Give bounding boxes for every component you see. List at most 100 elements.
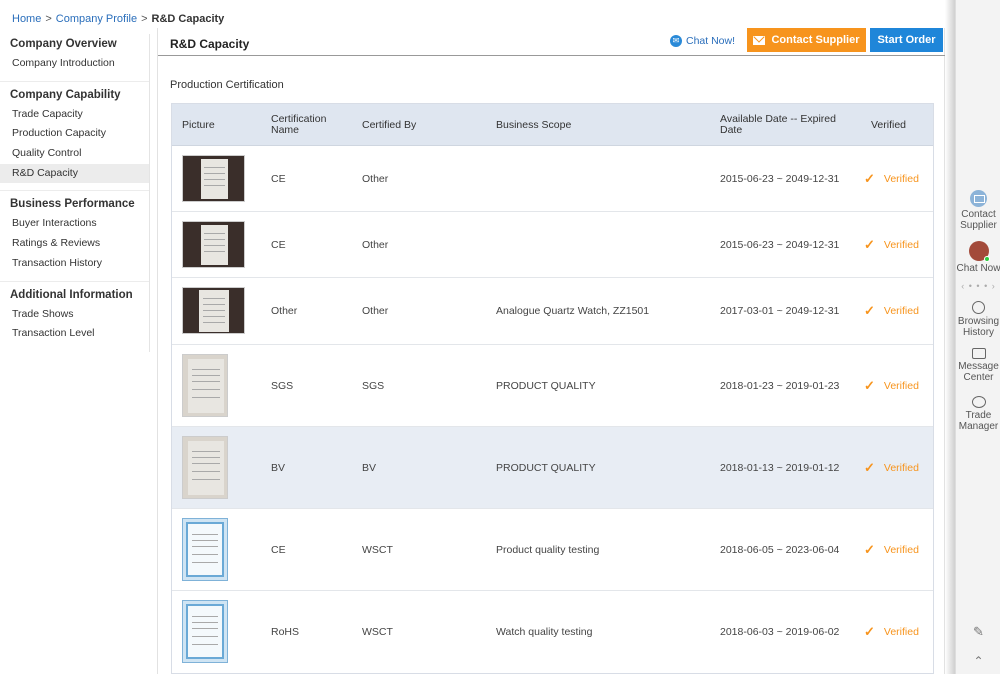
date-range: 2018-06-05 ~ 2023-06-04 [720, 543, 840, 556]
main-panel: R&D Capacity ✉ Chat Now! Contact Supplie… [157, 28, 946, 674]
table-row: CE Other 2015-06-23 ~ 2049-12-31 ✓ Verifi… [172, 146, 933, 212]
trade-manager-icon [971, 396, 986, 408]
column-header-certified-by: Certified By [362, 118, 417, 131]
date-range: 2015-06-23 ~ 2049-12-31 [720, 172, 840, 185]
certificate-thumbnail[interactable] [182, 436, 228, 499]
column-header-date-range: Available Date -- Expired Date [720, 113, 836, 136]
column-header-business-scope: Business Scope [496, 118, 572, 131]
breadcrumb-current: R&D Capacity [151, 13, 225, 25]
rb-trade-manager[interactable]: Trade Manager [956, 396, 1000, 432]
column-header-certification-name: Certification Name [271, 113, 327, 136]
business-scope: PRODUCT QUALITY [496, 461, 596, 474]
breadcrumb-separator: > [45, 13, 52, 25]
rb-message-center[interactable]: Message Center [956, 348, 1000, 383]
business-scope: Analogue Quartz Watch, ZZ1501 [496, 305, 650, 317]
avatar [968, 241, 990, 262]
breadcrumb-company-profile-link[interactable]: Company Profile [56, 13, 137, 25]
page-title: R&D Capacity [170, 37, 250, 51]
contact-supplier-label: Contact Supplier [771, 34, 860, 46]
certification-name: BV [271, 461, 286, 474]
certification-table: Picture Certification Name Certified By … [171, 103, 934, 674]
sidebar-item-trade-shows[interactable]: Trade Shows [0, 305, 149, 325]
certified-by: BV [362, 461, 377, 474]
certified-by: WSCT [362, 626, 393, 638]
table-row: CE Other 2015-06-23 ~ 2049-12-31 ✓ Verifi… [172, 212, 933, 278]
business-scope: Product quality testing [496, 543, 600, 556]
verified-label: Verified [883, 379, 919, 392]
verified-status: ✓ Verified [864, 212, 919, 277]
sidebar-heading-additional-information: Additional Information [10, 288, 133, 301]
certification-name: CE [271, 172, 286, 185]
business-scope: PRODUCT QUALITY [496, 379, 596, 392]
sidebar-item-transaction-level[interactable]: Transaction Level [0, 324, 149, 344]
rb-browsing-history-label: Browsing History [957, 316, 1000, 338]
checkmark-icon: ✓ [864, 303, 875, 318]
sidebar-item-production-capacity[interactable]: Production Capacity [0, 124, 149, 144]
sidebar-item-ratings-reviews[interactable]: Ratings & Reviews [0, 234, 149, 254]
certificate-thumbnail[interactable] [182, 221, 245, 268]
date-range: 2018-01-23 ~ 2019-01-23 [720, 379, 840, 392]
edit-feedback-icon[interactable]: ✎ [956, 625, 1000, 637]
verified-label: Verified [883, 543, 919, 556]
start-order-button[interactable]: Start Order [870, 28, 943, 52]
certificate-thumbnail[interactable] [182, 155, 245, 202]
sidebar-item-trade-capacity[interactable]: Trade Capacity [0, 105, 149, 125]
checkmark-icon: ✓ [864, 459, 875, 475]
certified-by: WSCT [362, 543, 393, 556]
sidebar-heading-company-overview: Company Overview [10, 38, 117, 50]
rb-chat-now[interactable]: Chat Now [956, 241, 1000, 275]
date-range: 2018-01-13 ~ 2019-01-12 [720, 461, 840, 474]
sidebar-divider [0, 274, 149, 282]
chat-now-link[interactable]: ✉ Chat Now! [670, 35, 735, 47]
sidebar-item-quality-control[interactable]: Quality Control [0, 144, 149, 164]
scroll-top-icon[interactable]: ⌃ [956, 655, 1000, 666]
verified-label: Verified [883, 238, 919, 251]
certificate-thumbnail[interactable] [182, 354, 228, 417]
rb-chat-now-label: Chat Now [956, 263, 1000, 274]
chat-bubble-icon: ✉ [670, 35, 682, 47]
breadcrumb: Home > Company Profile > R&D Capacity [12, 13, 224, 25]
verified-label: Verified [883, 461, 919, 474]
table-row: BV BV PRODUCT QUALITY 2018-01-13 ~ 2019-… [172, 427, 933, 509]
verified-status: ✓ Verified [864, 278, 919, 344]
table-row: CE WSCT Product quality testing 2018-06-… [172, 509, 933, 591]
checkmark-icon: ✓ [864, 236, 875, 252]
certificate-thumbnail[interactable] [182, 518, 228, 581]
sidebar-item-company-introduction[interactable]: Company Introduction [0, 54, 149, 74]
sidebar-nav: Company Overview Company Introduction Co… [0, 34, 150, 352]
checkmark-icon: ✓ [864, 170, 875, 186]
certificate-thumbnail[interactable] [182, 600, 228, 663]
certified-by: Other [362, 238, 389, 251]
verified-status: ✓ Verified [864, 591, 919, 673]
rb-contact-supplier[interactable]: Contact Supplier [956, 190, 1000, 231]
verified-status: ✓ Verified [864, 509, 919, 590]
date-range: 2017-03-01 ~ 2049-12-31 [720, 305, 840, 317]
breadcrumb-separator: > [141, 13, 148, 25]
sidebar-divider [0, 74, 149, 82]
contact-supplier-button[interactable]: Contact Supplier [747, 28, 866, 52]
certification-name: CE [271, 238, 286, 251]
right-floating-toolbar: Contact Supplier Chat Now ‹ • • • › Brow… [955, 0, 1000, 674]
rb-browsing-history[interactable]: Browsing History [956, 301, 1000, 338]
sidebar-item-buyer-interactions[interactable]: Buyer Interactions [0, 214, 149, 234]
verified-status: ✓ Verified [864, 345, 919, 426]
table-row: Other Other Analogue Quartz Watch, ZZ150… [172, 278, 933, 345]
rb-contact-supplier-label: Contact Supplier [960, 209, 997, 231]
verified-status: ✓ Verified [864, 146, 919, 211]
rb-message-center-label: Message Center [958, 361, 999, 383]
certificate-thumbnail[interactable] [182, 287, 245, 334]
sidebar-heading-business-performance: Business Performance [10, 198, 135, 211]
certification-name: CE [271, 543, 286, 556]
sidebar-item-rd-capacity[interactable]: R&D Capacity [0, 163, 149, 184]
sidebar-item-transaction-history[interactable]: Transaction History [0, 254, 149, 274]
breadcrumb-home-link[interactable]: Home [12, 13, 41, 25]
certification-name: SGS [271, 379, 294, 392]
verified-status: ✓ Verified [864, 427, 919, 508]
table-row: RoHS WSCT Watch quality testing 2018-06-… [172, 591, 933, 673]
section-title: Production Certification [170, 79, 284, 91]
checkmark-icon: ✓ [864, 541, 875, 557]
chat-now-label: Chat Now! [686, 35, 736, 47]
toolbar-shadow [945, 0, 955, 674]
checkmark-icon: ✓ [864, 377, 875, 393]
certified-by: Other [362, 172, 389, 185]
